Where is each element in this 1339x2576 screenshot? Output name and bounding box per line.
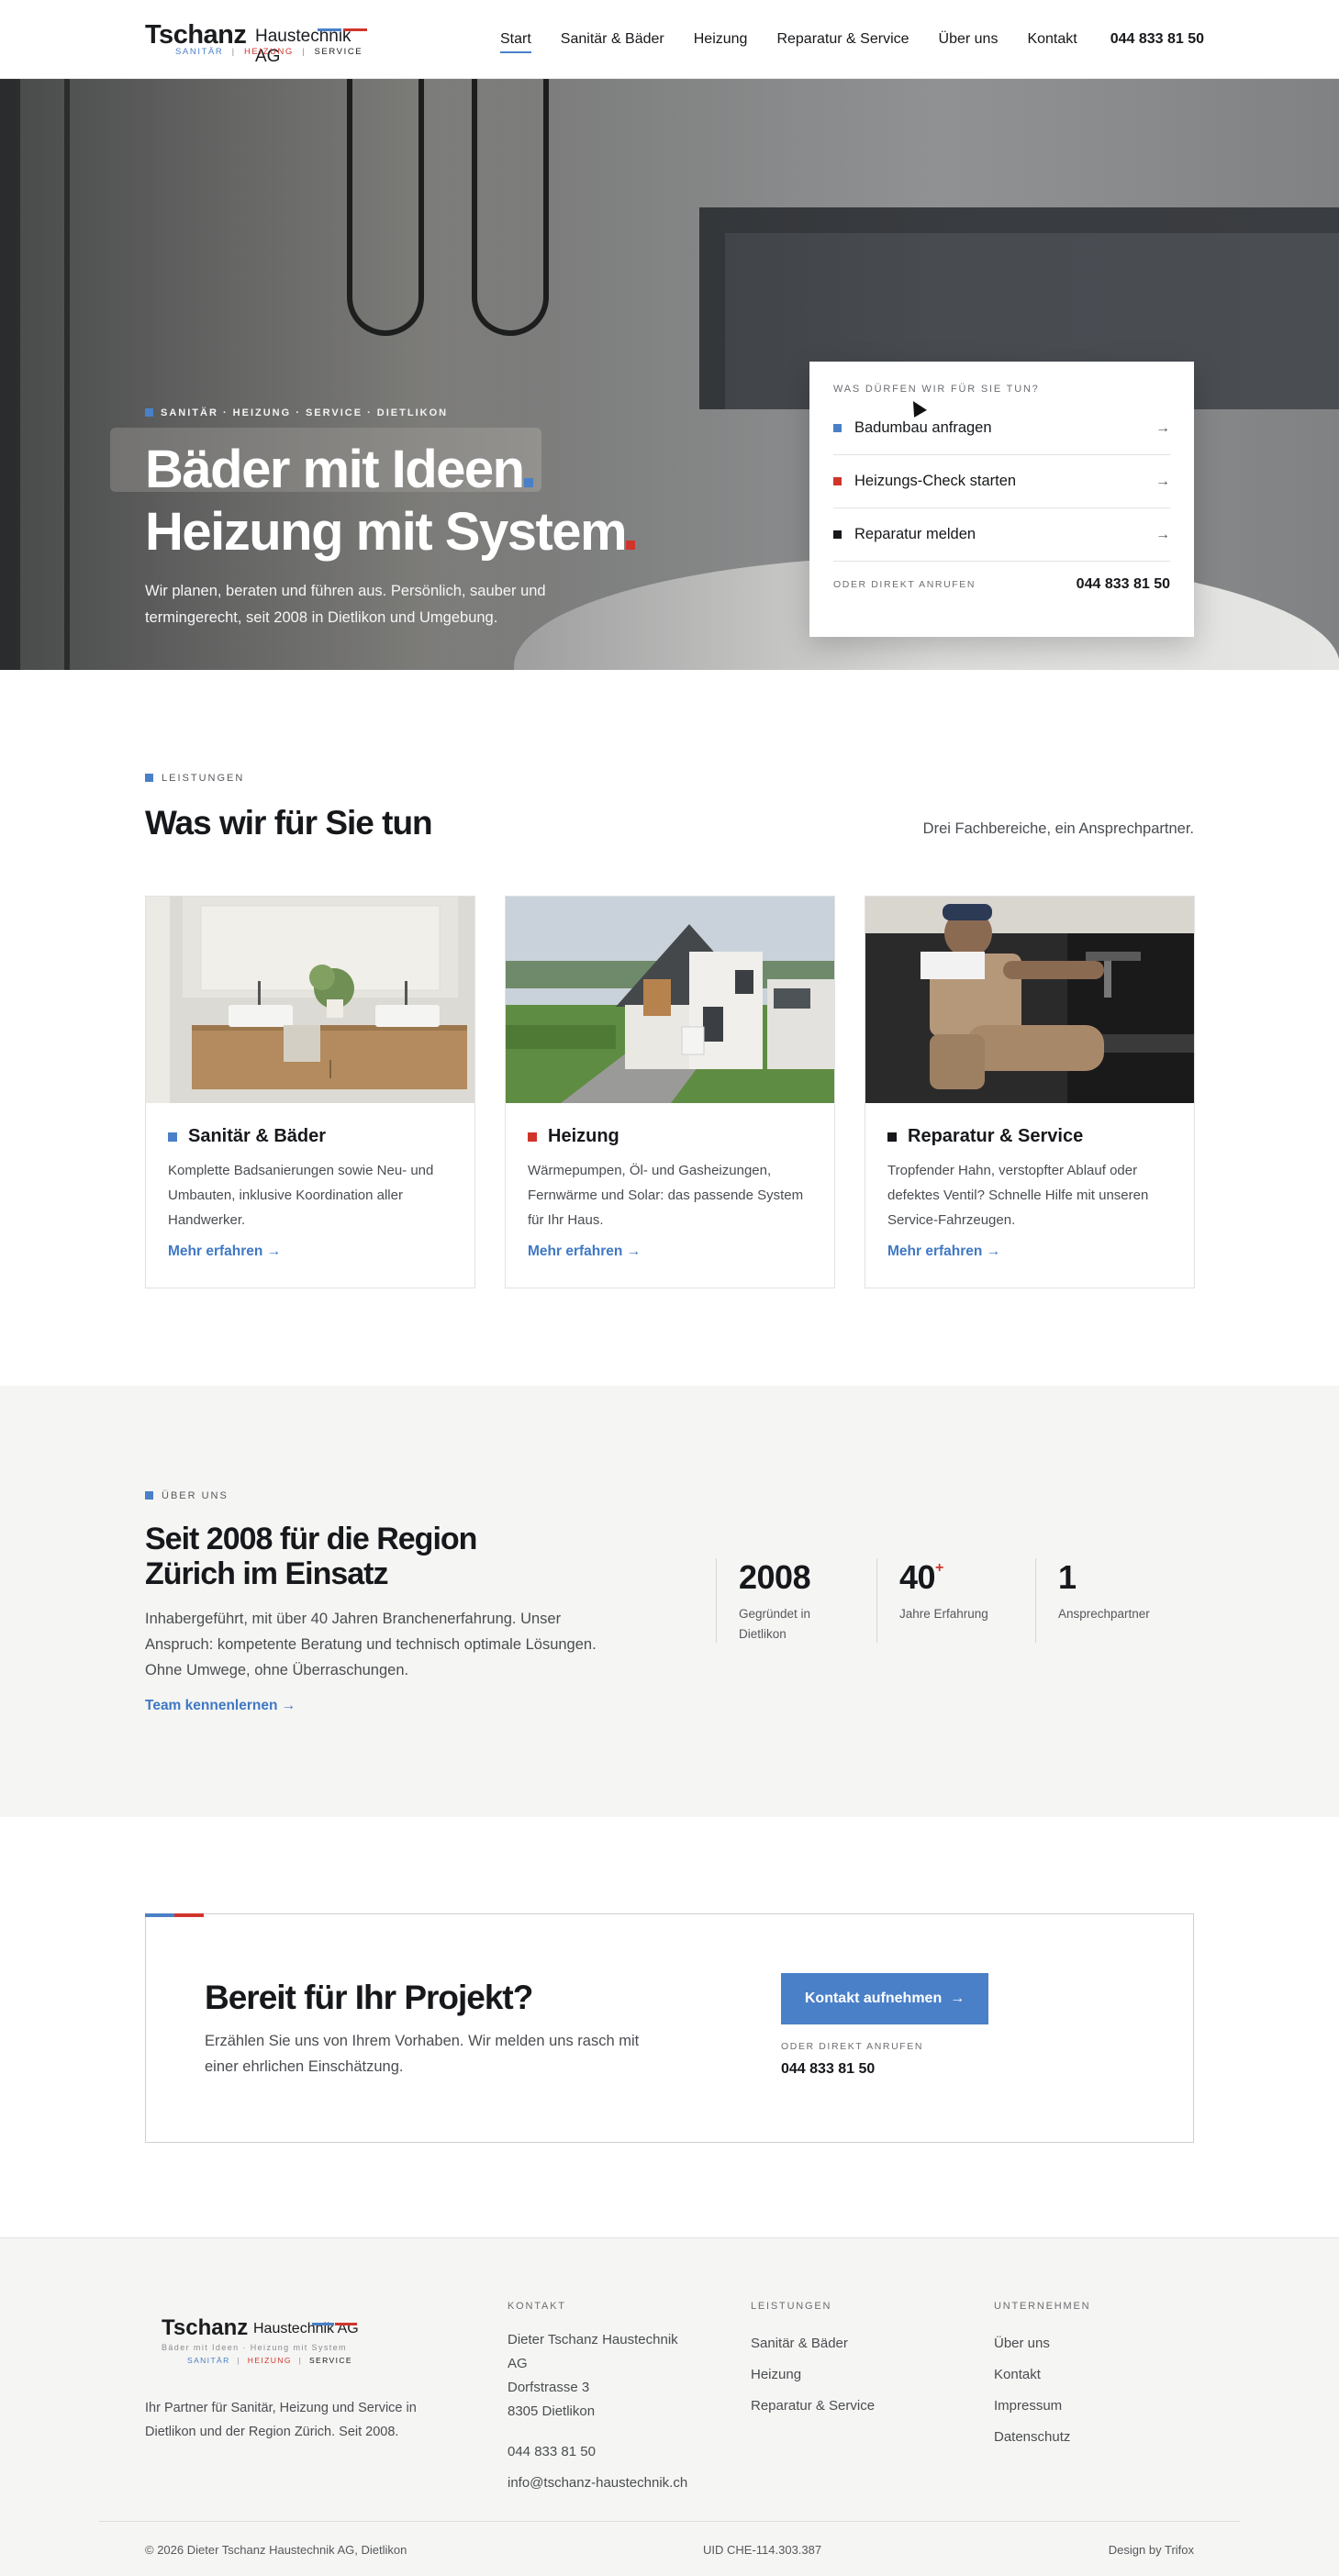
service-card-text: Tropfender Hahn, verstopfter Ablauf oder… bbox=[887, 1163, 1149, 1228]
footer-divider bbox=[99, 2521, 1240, 2522]
nav-phone-link[interactable]: 044 833 81 50 bbox=[1110, 0, 1204, 79]
services-kicker: LEISTUNGEN bbox=[145, 773, 244, 784]
site-footer: Tschanz Haustechnik AG Bäder mit Ideen ·… bbox=[0, 2237, 1339, 2576]
brand-tagline: SANITÄR | HEIZUNG | SERVICE bbox=[175, 47, 363, 57]
footer-link-kontakt[interactable]: Kontakt bbox=[994, 2359, 1090, 2391]
nav-item-start[interactable]: Start bbox=[500, 0, 531, 79]
call-label: ODER DIREKT ANRUFEN bbox=[833, 579, 976, 590]
service-card-title: Reparatur & Service bbox=[887, 1126, 1174, 1147]
black-square-icon bbox=[833, 530, 842, 539]
nav-item-heizung[interactable]: Heizung bbox=[694, 0, 748, 79]
service-card-text: Wärmepumpen, Öl- und Gasheizungen, Fernw… bbox=[528, 1163, 804, 1228]
team-link[interactable]: Team kennenlernen → bbox=[145, 1698, 296, 1714]
bathroom-vanity-image bbox=[146, 897, 474, 1103]
quick-actions-footer: ODER DIREKT ANRUFEN 044 833 81 50 bbox=[833, 576, 1170, 593]
cta-call-label: ODER DIREKT ANRUFEN bbox=[781, 2041, 924, 2052]
service-card-link[interactable]: Mehr erfahren → bbox=[528, 1243, 641, 1260]
footer-copyright: © 2026 Dieter Tschanz Haustechnik AG, Di… bbox=[145, 2543, 407, 2557]
blue-square-icon bbox=[168, 1132, 177, 1142]
service-card-title: Heizung bbox=[528, 1126, 814, 1147]
cta-phone-link[interactable]: 044 833 81 50 bbox=[781, 2061, 875, 2078]
quick-actions-panel: WAS DÜRFEN WIR FÜR SIE TUN? Badumbau anf… bbox=[809, 362, 1194, 637]
services-title: Was wir für Sie tun bbox=[145, 804, 433, 842]
red-square-icon bbox=[528, 1132, 537, 1142]
brand-color-bars bbox=[318, 19, 373, 31]
cta-text: Erzählen Sie uns von Ihrem Vorhaben. Wir… bbox=[205, 2033, 640, 2075]
footer-address: Dieter Tschanz Haustechnik AG Dorfstrass… bbox=[508, 2332, 678, 2419]
site-header: Tschanz Haustechnik AG SANITÄR | HEIZUNG… bbox=[0, 0, 1339, 79]
nav-item-reparatur[interactable]: Reparatur & Service bbox=[776, 0, 909, 79]
red-square-icon bbox=[833, 477, 842, 485]
service-card-sanitaer[interactable]: Sanitär & Bäder Komplette Badsanierungen… bbox=[145, 896, 475, 1288]
house-heatpump-image bbox=[506, 897, 834, 1103]
blue-square-icon bbox=[833, 424, 842, 432]
arrow-right-icon: → bbox=[626, 1243, 642, 1259]
brand-logo[interactable]: Tschanz Haustechnik AG SANITÄR | HEIZUNG… bbox=[145, 18, 374, 66]
kicker-square-icon bbox=[145, 408, 153, 417]
footer-about: Ihr Partner für Sanitär, Heizung und Ser… bbox=[145, 2401, 417, 2439]
arrow-right-icon: → bbox=[986, 1243, 1001, 1259]
nav-item-kontakt[interactable]: Kontakt bbox=[1027, 0, 1077, 79]
red-dot-icon bbox=[626, 541, 636, 550]
stat-experience: 40+ Jahre Erfahrung bbox=[876, 1558, 1000, 1643]
service-card-link[interactable]: Mehr erfahren → bbox=[887, 1243, 1000, 1260]
main-nav: Start Sanitär & Bäder Heizung Reparatur … bbox=[500, 0, 1204, 79]
about-text: Inhabergeführt, mit über 40 Jahren Branc… bbox=[145, 1611, 597, 1678]
service-card-title: Sanitär & Bäder bbox=[168, 1126, 454, 1147]
hero-section: SANITÄR · HEIZUNG · SERVICE · DIETLIKON … bbox=[0, 79, 1339, 670]
arrow-right-icon: → bbox=[1155, 473, 1170, 489]
about-kicker: ÜBER UNS bbox=[145, 1490, 229, 1501]
quick-action-badumbau[interactable]: Badumbau anfragen → bbox=[833, 402, 1170, 455]
service-card-text: Komplette Badsanierungen sowie Neu- und … bbox=[168, 1163, 434, 1228]
service-card-heizung[interactable]: Heizung Wärmepumpen, Öl- und Gasheizunge… bbox=[505, 896, 835, 1288]
arrow-right-icon: → bbox=[281, 1698, 296, 1713]
footer-link-reparatur[interactable]: Reparatur & Service bbox=[751, 2391, 875, 2422]
kicker-square-icon bbox=[145, 774, 153, 782]
footer-link-datenschutz[interactable]: Datenschutz bbox=[994, 2422, 1090, 2453]
arrow-right-icon: → bbox=[1155, 419, 1170, 436]
footer-contact: KONTAKT Dieter Tschanz Haustechnik AG Do… bbox=[508, 2301, 700, 2499]
stat-founded: 2008 Gegründet in Dietlikon bbox=[716, 1558, 840, 1643]
footer-uid: UID CHE-114.303.387 bbox=[703, 2543, 822, 2557]
footer-phone-link[interactable]: 044 833 81 50 bbox=[508, 2437, 700, 2468]
about-title: Seit 2008 für die Region Zürich im Einsat… bbox=[145, 1522, 477, 1591]
footer-logo[interactable]: Tschanz Haustechnik AG Bäder mit Ideen ·… bbox=[162, 2314, 373, 2365]
call-phone-link[interactable]: 044 833 81 50 bbox=[1077, 576, 1170, 593]
stat-contact-person: 1 Ansprechpartner bbox=[1035, 1558, 1159, 1643]
hero-title: Bäder mit Ideen Heizung mit System bbox=[145, 439, 636, 563]
footer-link-impressum[interactable]: Impressum bbox=[994, 2391, 1090, 2422]
arrow-right-icon: → bbox=[266, 1243, 282, 1259]
about-section: ÜBER UNS Seit 2008 für die Region Zürich … bbox=[0, 1386, 1339, 1817]
quick-action-heizungs-check[interactable]: Heizungs-Check starten → bbox=[833, 455, 1170, 508]
footer-logo-sub: Bäder mit Ideen · Heizung mit System bbox=[162, 2343, 347, 2352]
footer-link-heizung[interactable]: Heizung bbox=[751, 2359, 875, 2391]
arrow-right-icon: → bbox=[1155, 526, 1170, 542]
footer-services: LEISTUNGEN Sanitär & Bäder Heizung Repar… bbox=[751, 2301, 875, 2422]
footer-link-ueber-uns[interactable]: Über uns bbox=[994, 2328, 1090, 2359]
footer-credit-link[interactable]: Design by Trifox bbox=[1109, 2543, 1194, 2557]
quick-action-reparatur[interactable]: Reparatur melden → bbox=[833, 508, 1170, 562]
page: Tschanz Haustechnik AG SANITÄR | HEIZUNG… bbox=[0, 0, 1339, 2576]
footer-email-link[interactable]: info@tschanz-haustechnik.ch bbox=[508, 2468, 700, 2499]
hero-lead: Wir planen, beraten und führen aus. Pers… bbox=[145, 583, 546, 626]
footer-company: UNTERNEHMEN Über uns Kontakt Impressum D… bbox=[994, 2301, 1090, 2453]
cta-title: Bereit für Ihr Projekt? bbox=[205, 1979, 533, 2016]
services-aside: Drei Fachbereiche, ein Ansprechpartner. bbox=[922, 820, 1194, 837]
cta-accent-bars bbox=[145, 1913, 204, 1917]
blue-dot-icon bbox=[523, 478, 533, 487]
hero-kicker: SANITÄR · HEIZUNG · SERVICE · DIETLIKON bbox=[145, 407, 448, 418]
arrow-right-icon: → bbox=[950, 1991, 965, 2006]
kicker-square-icon bbox=[145, 1491, 153, 1500]
footer-link-sanitaer[interactable]: Sanitär & Bäder bbox=[751, 2328, 875, 2359]
service-card-reparatur[interactable]: Reparatur & Service Tropfender Hahn, ver… bbox=[865, 896, 1195, 1288]
contact-button[interactable]: Kontakt aufnehmen → bbox=[781, 1973, 988, 2024]
service-card-link[interactable]: Mehr erfahren → bbox=[168, 1243, 281, 1260]
quick-actions-heading: WAS DÜRFEN WIR FÜR SIE TUN? bbox=[833, 384, 1040, 395]
cta-box: Bereit für Ihr Projekt? Erzählen Sie uns… bbox=[145, 1913, 1194, 2143]
nav-item-sanitaer[interactable]: Sanitär & Bäder bbox=[561, 0, 664, 79]
nav-item-ueber-uns[interactable]: Über uns bbox=[939, 0, 999, 79]
black-square-icon bbox=[887, 1132, 897, 1142]
plumber-repair-image bbox=[865, 897, 1194, 1103]
